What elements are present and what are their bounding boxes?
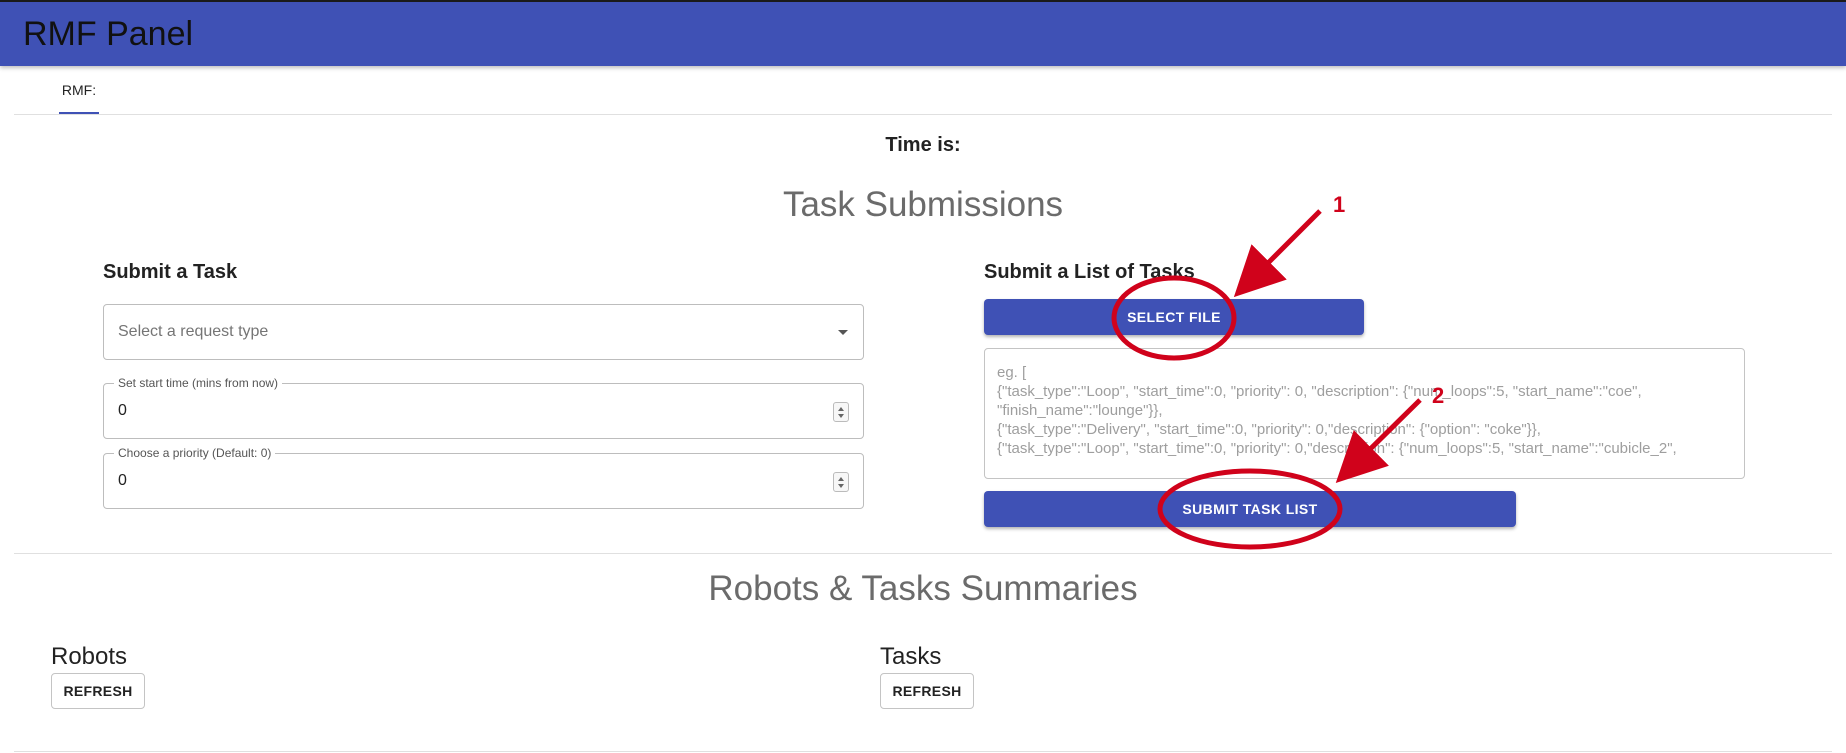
- stepper-up-icon: [838, 477, 844, 481]
- app-title: RMF Panel: [23, 15, 194, 53]
- task-list-textarea[interactable]: [984, 348, 1745, 479]
- robots-heading: Robots: [51, 643, 128, 670]
- tab-rmf[interactable]: RMF:: [59, 67, 99, 114]
- tasks-heading: Tasks: [880, 643, 942, 670]
- submit-task-list-button[interactable]: SUBMIT TASK LIST: [984, 491, 1516, 527]
- priority-field[interactable]: Choose a priority (Default: 0) 0: [103, 446, 864, 509]
- select-file-button[interactable]: SELECT FILE: [984, 299, 1364, 335]
- start-time-stepper[interactable]: [833, 402, 849, 422]
- start-time-label: Set start time (mins from now): [114, 376, 283, 390]
- section-divider: [14, 553, 1832, 554]
- tab-bar: RMF:: [14, 67, 1832, 115]
- request-type-placeholder: Select a request type: [118, 323, 269, 340]
- priority-label: Choose a priority (Default: 0): [114, 446, 276, 460]
- dropdown-caret-icon: [838, 330, 848, 335]
- tasks-refresh-button[interactable]: REFRESH: [880, 673, 974, 709]
- start-time-field[interactable]: Set start time (mins from now) 0: [103, 376, 864, 439]
- stepper-down-icon: [838, 414, 844, 418]
- submit-task-heading: Submit a Task: [103, 261, 238, 283]
- submit-task-list-heading: Submit a List of Tasks: [984, 261, 1195, 283]
- bottom-divider: [14, 751, 1832, 752]
- start-time-value: 0: [118, 402, 127, 419]
- request-type-select[interactable]: Select a request type: [103, 304, 864, 360]
- stepper-down-icon: [838, 484, 844, 488]
- time-label: Time is:: [885, 134, 961, 156]
- annotation-number-2: 2: [1432, 383, 1445, 408]
- priority-value: 0: [118, 472, 127, 489]
- tab-indicator: [59, 112, 99, 114]
- task-submissions-title: Task Submissions: [782, 185, 1064, 224]
- robots-refresh-button[interactable]: REFRESH: [51, 673, 145, 709]
- priority-stepper[interactable]: [833, 472, 849, 492]
- stepper-up-icon: [838, 407, 844, 411]
- page: RMF Panel RMF: Time is: Task Submissions…: [0, 0, 1846, 753]
- app-bar: RMF Panel: [0, 0, 1846, 66]
- annotation-number-1: 1: [1333, 192, 1346, 217]
- summaries-title: Robots & Tasks Summaries: [708, 569, 1138, 608]
